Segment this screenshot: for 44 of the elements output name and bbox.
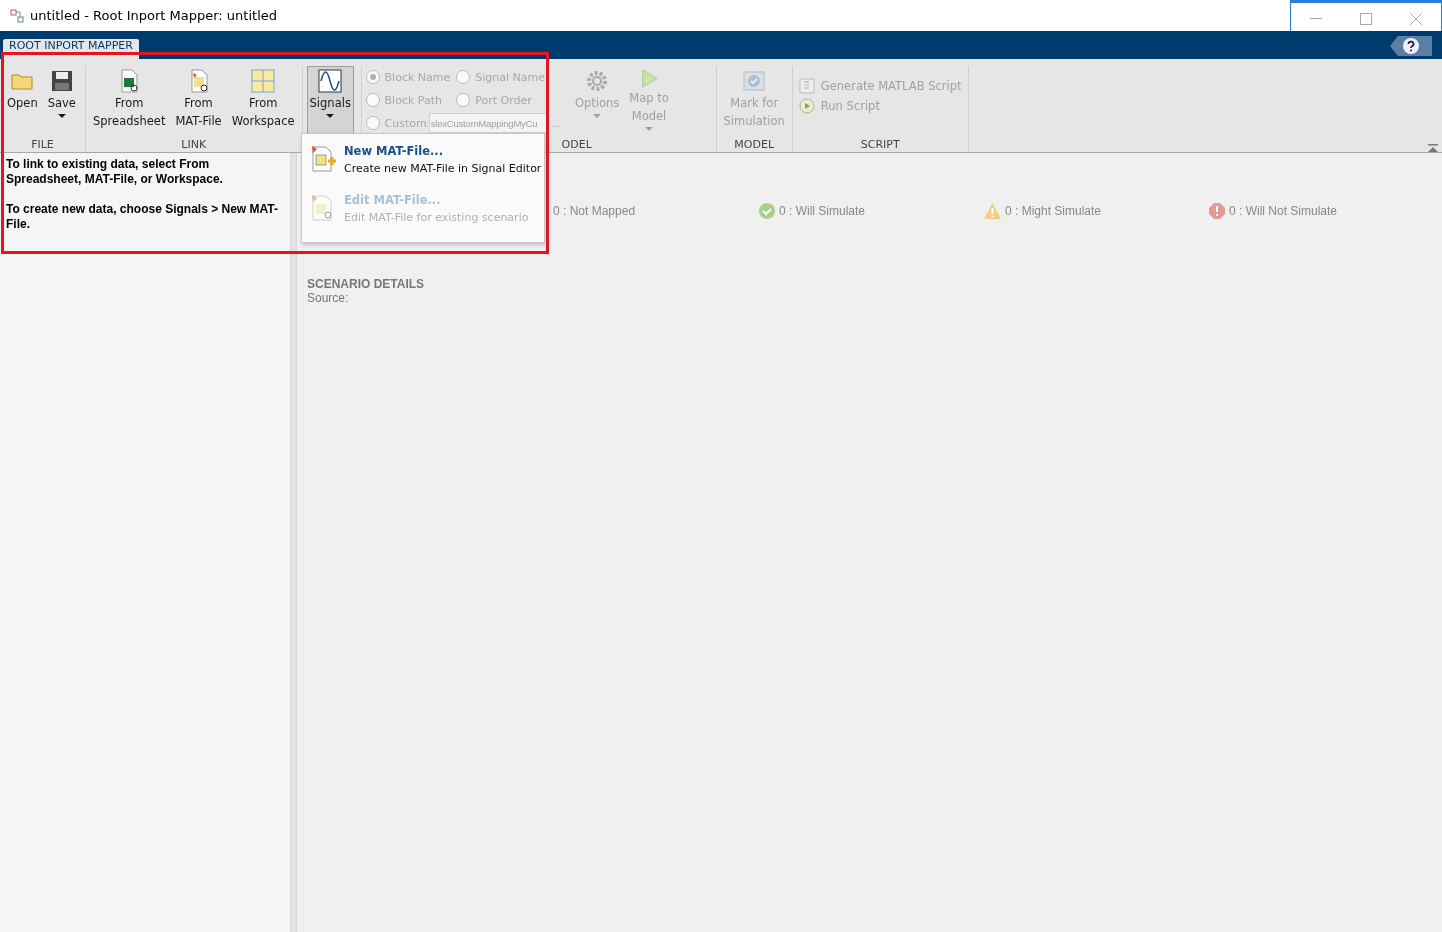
- status-count: 0 : Will Not Simulate: [1209, 203, 1434, 219]
- caret-icon: [57, 114, 66, 118]
- status-count: 0 : Might Simulate: [984, 203, 1209, 219]
- script-icon: [798, 78, 815, 94]
- help-button[interactable]: [1390, 36, 1432, 56]
- new-file-icon: [310, 144, 336, 174]
- status-count: 0 : Will Simulate: [759, 203, 984, 219]
- ribbon-button[interactable]: Save: [44, 66, 79, 134]
- ribbon-button[interactable]: Signals: [306, 66, 354, 134]
- group-label: MODEL: [734, 138, 775, 152]
- menu-item[interactable]: New MAT-File... Create new MAT-File in Signal Editor: [310, 144, 544, 175]
- group-label: LINK: [181, 138, 207, 152]
- sine-wave-icon: [318, 69, 343, 93]
- run-icon: [798, 98, 815, 114]
- question-mark-icon: [1403, 38, 1419, 54]
- minimize-icon[interactable]: [1310, 17, 1322, 20]
- ribbon-button[interactable]: From MAT-File: [172, 66, 225, 134]
- caret-icon: [326, 114, 335, 118]
- collapse-icon[interactable]: [1428, 141, 1438, 149]
- help-text: To link to existing data, select From Spreadsheet, MAT-File, or Workspace.: [6, 157, 224, 187]
- check-circle-icon: [759, 203, 775, 219]
- warning-icon: [984, 203, 1001, 219]
- window-title: untitled - Root Inport Mapper: untitled: [30, 8, 277, 23]
- ribbon-button[interactable]: From Spreadsheet: [90, 66, 169, 134]
- grid-icon: [251, 69, 276, 93]
- browse-button[interactable]: ...: [548, 117, 562, 129]
- caret-icon: [645, 127, 653, 131]
- checkmark-icon: [742, 69, 767, 93]
- ribbon-button[interactable]: Open: [4, 66, 41, 134]
- help-text: To create new data, choose Signals > New MAT-File.: [6, 202, 279, 232]
- group-label: FILE: [31, 138, 54, 152]
- maximize-icon[interactable]: [1360, 12, 1372, 25]
- error-icon: [1209, 203, 1225, 219]
- section-heading: SCENARIO DETAILS: [307, 277, 426, 291]
- gear-icon: [585, 69, 610, 93]
- status-count: 0 : Not Mapped: [553, 203, 637, 219]
- caret-icon: [593, 114, 602, 118]
- source-label: Source:: [307, 291, 350, 305]
- app-icon: [10, 8, 24, 23]
- ribbon-tab[interactable]: ROOT INPORT MAPPER: [3, 39, 139, 59]
- group-label: ODEL: [561, 138, 592, 152]
- close-icon[interactable]: [1410, 12, 1422, 25]
- group-label: SCRIPT: [860, 138, 900, 152]
- ribbon-button[interactable]: From Workspace: [228, 66, 298, 134]
